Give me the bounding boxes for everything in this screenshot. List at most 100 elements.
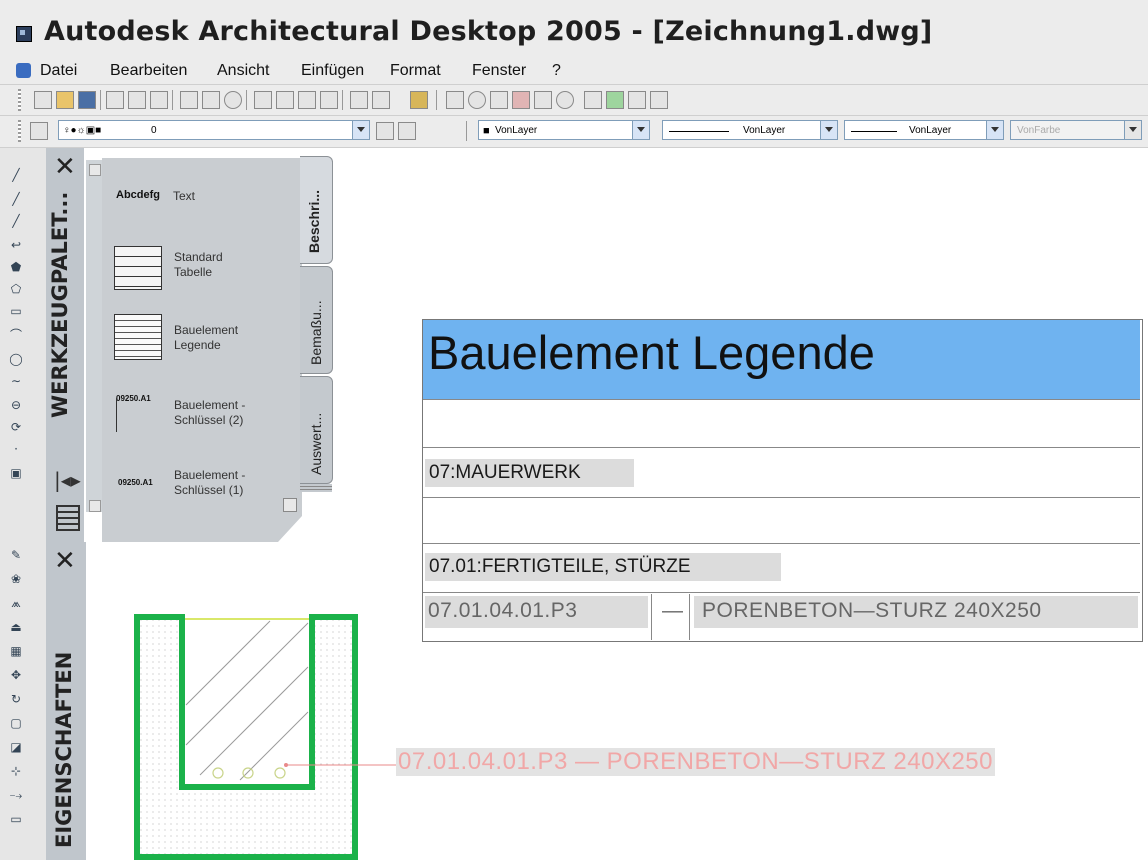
display-icon[interactable] <box>606 91 624 109</box>
lineweight-value: VonLayer <box>909 125 952 136</box>
properties-title: EIGENSCHAFTEN <box>52 651 76 848</box>
menu-datei[interactable]: Datei <box>40 62 77 80</box>
color-combo[interactable]: ■ VonLayer <box>478 120 650 140</box>
design-center-icon[interactable] <box>490 91 508 109</box>
new-icon[interactable] <box>34 91 52 109</box>
copy-object-icon[interactable]: ❀ <box>8 572 24 586</box>
legend-table-icon[interactable] <box>114 314 162 360</box>
trim-icon[interactable]: ⊹ <box>8 764 24 778</box>
copy-icon[interactable] <box>276 91 294 109</box>
properties-menu-icon[interactable] <box>56 505 80 531</box>
text-tool-label[interactable]: Text <box>173 189 195 204</box>
menu-bearbeiten[interactable]: Bearbeiten <box>110 62 187 80</box>
mirror-icon[interactable]: ⩕ <box>8 596 24 610</box>
tab-auswertung[interactable]: Auswert... <box>300 376 333 484</box>
tool-palettes-icon[interactable] <box>512 91 530 109</box>
ellipse-arc-icon[interactable]: ⟳ <box>8 420 24 434</box>
erase-icon[interactable]: ✎ <box>8 548 24 562</box>
close-icon[interactable]: ✕ <box>54 154 76 180</box>
element-key-2-icon[interactable]: 09250.A1 <box>116 391 151 406</box>
spell-check-icon[interactable] <box>180 91 198 109</box>
help-icon-3[interactable] <box>556 91 574 109</box>
match-properties-icon[interactable] <box>320 91 338 109</box>
circle-icon[interactable]: ◯ <box>8 352 24 366</box>
ellipse-icon[interactable]: ⊖ <box>8 398 24 412</box>
standard-table-label[interactable]: Standard Tabelle <box>174 250 254 280</box>
menu-help[interactable]: ? <box>552 62 561 80</box>
tab-beschriftung[interactable]: Beschri... <box>300 156 333 264</box>
pan-icon[interactable] <box>410 91 428 109</box>
layer-manager-icon[interactable] <box>30 122 48 140</box>
line-icon[interactable]: ╱ <box>8 168 24 182</box>
color-value: VonLayer <box>495 125 538 136</box>
document-menu-icon[interactable] <box>16 63 31 78</box>
app-icon[interactable] <box>16 26 32 42</box>
polyline-arc-icon[interactable]: ↩ <box>8 238 24 252</box>
extend-icon[interactable]: ⤍ <box>8 788 24 802</box>
redo-icon[interactable] <box>372 91 390 109</box>
array-icon[interactable]: ▦ <box>8 644 24 658</box>
sheet-set-icon[interactable] <box>534 91 552 109</box>
menu-einfuegen[interactable]: Einfügen <box>301 62 364 80</box>
undo-icon[interactable] <box>350 91 368 109</box>
element-key-label[interactable]: 07.01.04.01.P3 — PORENBETON—STURZ 240X25… <box>396 748 995 776</box>
polyline-icon[interactable]: ╱ <box>8 214 24 228</box>
pentagon-icon[interactable]: ⬠ <box>8 282 24 296</box>
lintel-section-drawing[interactable] <box>120 605 380 860</box>
chevron-down-icon[interactable] <box>986 121 1003 139</box>
chevron-down-icon[interactable] <box>1124 121 1141 139</box>
hatch-icon[interactable]: ▣ <box>8 466 24 480</box>
palette-scrollbar[interactable] <box>86 160 102 512</box>
menu-ansicht[interactable]: Ansicht <box>217 62 269 80</box>
open-icon[interactable] <box>56 91 74 109</box>
table-icon[interactable] <box>114 246 162 290</box>
element-key-1-icon[interactable]: 09250.A1 <box>118 475 153 490</box>
chevron-down-icon[interactable] <box>820 121 837 139</box>
properties-icon[interactable] <box>446 91 464 109</box>
text-tool-icon[interactable]: Abcdefg <box>116 188 160 203</box>
rectangle-icon[interactable]: ▭ <box>8 304 24 318</box>
save-icon[interactable] <box>78 91 96 109</box>
rotate-icon[interactable]: ↻ <box>8 692 24 706</box>
linetype-combo[interactable]: VonLayer <box>662 120 838 140</box>
arc-icon[interactable]: ⌒ <box>8 328 24 342</box>
cut-icon[interactable] <box>254 91 272 109</box>
help-icon-2[interactable] <box>468 91 486 109</box>
chevron-down-icon[interactable] <box>352 121 369 139</box>
plot-icon[interactable] <box>106 91 124 109</box>
plotstyle-combo[interactable]: VonFarbe <box>1010 120 1142 140</box>
point-icon[interactable]: · <box>8 442 24 456</box>
zoom-icon[interactable] <box>584 91 602 109</box>
make-current-icon[interactable] <box>376 122 394 140</box>
menu-format[interactable]: Format <box>390 62 441 80</box>
close-icon[interactable]: ✕ <box>54 548 76 574</box>
lineweight-combo[interactable]: VonLayer <box>844 120 1004 140</box>
paste-icon[interactable] <box>298 91 316 109</box>
menu-fenster[interactable]: Fenster <box>472 62 526 80</box>
offset-icon[interactable]: ⏏ <box>8 620 24 634</box>
auto-hide-icon[interactable]: |◂▸ <box>54 468 81 492</box>
element-key-1-label[interactable]: Bauelement -Schlüssel (1) <box>174 468 294 498</box>
layout-icon[interactable] <box>650 91 668 109</box>
layer-previous-icon[interactable] <box>398 122 416 140</box>
scale-icon[interactable]: ▢ <box>8 716 24 730</box>
tab-bemassung[interactable]: Bemaßu... <box>300 266 333 374</box>
move-icon[interactable]: ✥ <box>8 668 24 682</box>
find-icon[interactable] <box>202 91 220 109</box>
polygon-icon[interactable]: ⬟ <box>8 260 24 274</box>
toolbar-grip[interactable] <box>18 89 21 111</box>
construction-line-icon[interactable]: ╱ <box>8 192 24 206</box>
help-icon[interactable] <box>224 91 242 109</box>
plot-preview-icon[interactable] <box>128 91 146 109</box>
layer-combo[interactable]: ♀●☼▣■ 0 <box>58 120 370 140</box>
element-key-2-label[interactable]: Bauelement -Schlüssel (2) <box>174 398 294 428</box>
chevron-down-icon[interactable] <box>632 121 649 139</box>
element-legend-label[interactable]: Bauelement Legende <box>174 323 264 353</box>
spline-icon[interactable]: ∼ <box>8 374 24 388</box>
break-icon[interactable]: ▭ <box>8 812 24 826</box>
ucs-icon[interactable] <box>628 91 646 109</box>
palette-scroll-down-icon[interactable] <box>283 498 297 512</box>
publish-icon[interactable] <box>150 91 168 109</box>
stretch-icon[interactable]: ◪ <box>8 740 24 754</box>
toolbar-grip-2[interactable] <box>18 120 21 142</box>
